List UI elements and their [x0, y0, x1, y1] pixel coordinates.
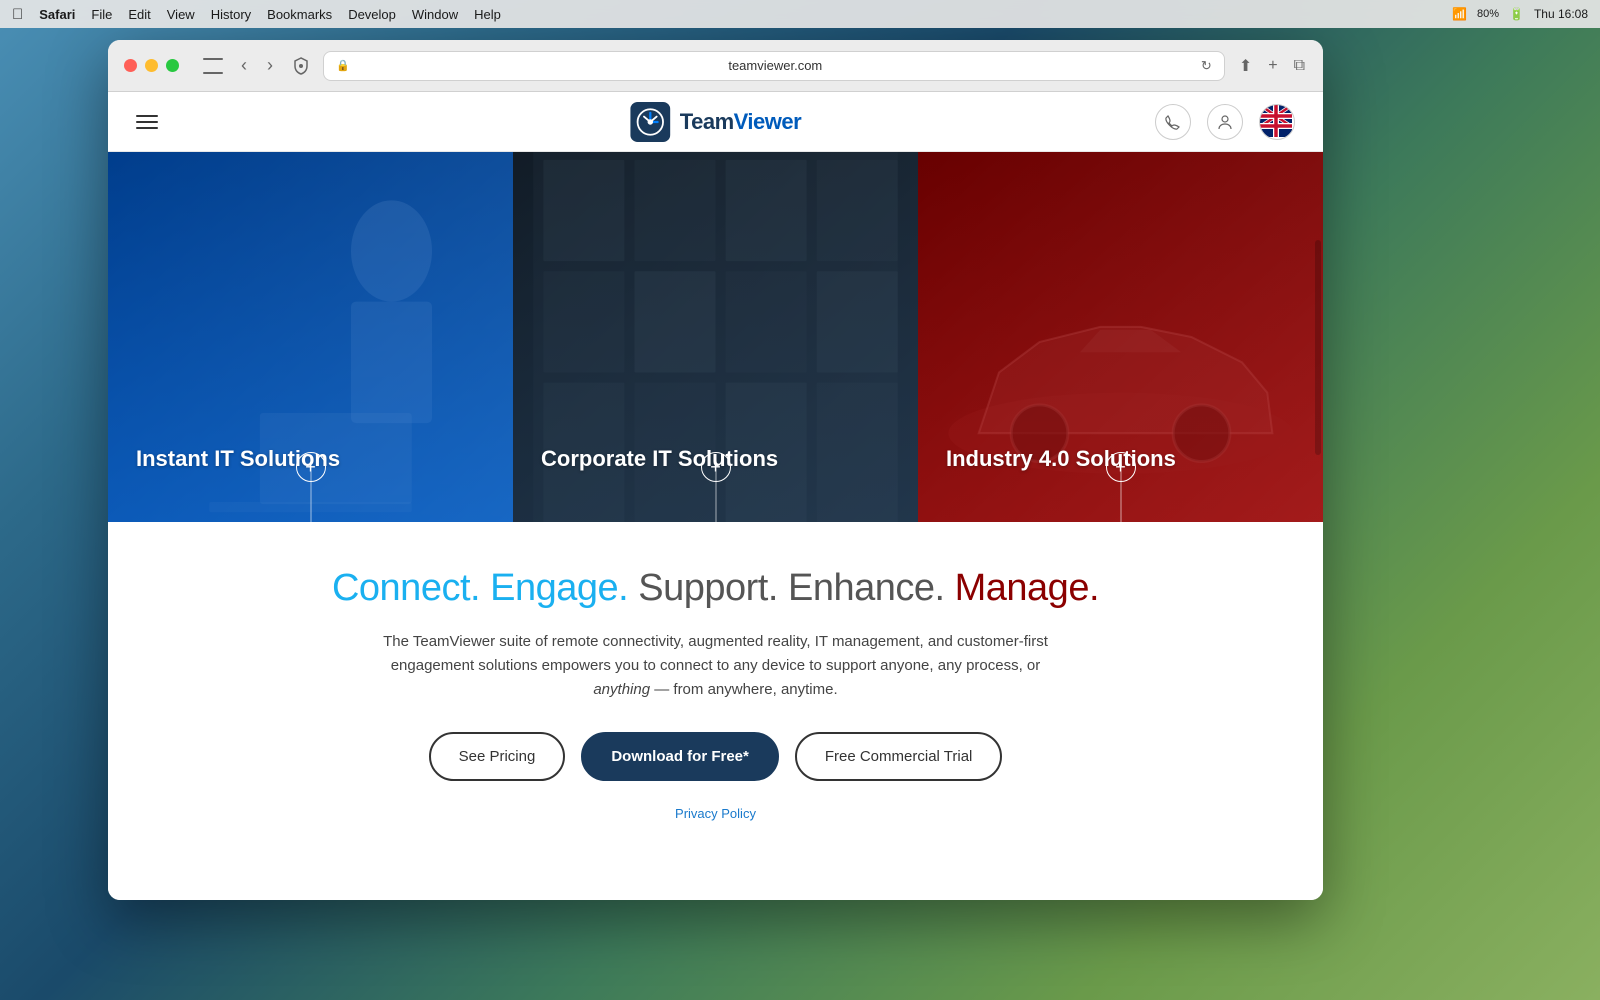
- tagline-connect: Connect.: [332, 567, 480, 609]
- hamburger-menu[interactable]: [136, 115, 158, 129]
- card-corporate-title: Corporate IT Solutions: [541, 446, 778, 472]
- apple-menu[interactable]: : [12, 6, 23, 23]
- language-flag[interactable]: [1259, 104, 1295, 140]
- app-name[interactable]: Safari: [39, 7, 75, 22]
- browser-chrome: ‹ › 🔒 teamviewer.com ↻ ⬆ + ⧉: [108, 40, 1323, 92]
- menu-edit[interactable]: Edit: [128, 7, 150, 22]
- share-button[interactable]: ⬆: [1237, 54, 1254, 78]
- industry-plus-button[interactable]: +: [1106, 452, 1136, 482]
- wifi-icon: 📶: [1452, 7, 1467, 21]
- description-text: The TeamViewer suite of remote connectiv…: [366, 630, 1066, 702]
- minimize-button[interactable]: [145, 59, 158, 72]
- nav-buttons: ‹ ›: [235, 53, 279, 78]
- traffic-lights: [124, 59, 179, 72]
- cta-buttons: See Pricing Download for Free* Free Comm…: [148, 732, 1283, 781]
- desktop:  Safari File Edit View History Bookmark…: [0, 0, 1600, 1000]
- scrollbar[interactable]: [1315, 240, 1321, 455]
- description-italic: anything: [593, 681, 650, 698]
- card-corporate-content: Corporate IT Solutions: [541, 446, 778, 472]
- free-trial-button[interactable]: Free Commercial Trial: [795, 732, 1003, 781]
- lock-icon: 🔒: [336, 59, 350, 72]
- tagline: Connect. Engage. Support. Enhance. Manag…: [148, 567, 1283, 610]
- menu-file[interactable]: File: [91, 7, 112, 22]
- download-button[interactable]: Download for Free*: [581, 732, 779, 781]
- solution-cards: Instant IT Solutions +: [108, 152, 1323, 522]
- address-bar[interactable]: 🔒 teamviewer.com ↻: [323, 51, 1225, 81]
- card-industry-title: Industry 4.0 Solutions: [946, 446, 1176, 472]
- tagline-support: Support.: [638, 567, 778, 609]
- tv-logo-text: TeamViewer: [680, 109, 801, 135]
- tagline-enhance: Enhance.: [788, 567, 945, 609]
- menu-view[interactable]: View: [167, 7, 195, 22]
- menu-bookmarks[interactable]: Bookmarks: [267, 7, 332, 22]
- instant-plus-button[interactable]: +: [296, 452, 326, 482]
- shield-icon: [291, 56, 311, 76]
- industry-it-card[interactable]: Industry 4.0 Solutions +: [918, 152, 1323, 522]
- menu-bar:  Safari File Edit View History Bookmark…: [0, 0, 1600, 28]
- tv-logo[interactable]: TeamViewer: [630, 102, 801, 142]
- see-pricing-button[interactable]: See Pricing: [429, 732, 566, 781]
- instant-it-card[interactable]: Instant IT Solutions +: [108, 152, 513, 522]
- logo-viewer: Viewer: [734, 109, 802, 134]
- tv-logo-icon: [630, 102, 670, 142]
- instant-plus-container: +: [296, 452, 326, 482]
- corporate-plus-button[interactable]: +: [701, 452, 731, 482]
- user-button[interactable]: [1207, 104, 1243, 140]
- corporate-it-card[interactable]: Corporate IT Solutions +: [513, 152, 918, 522]
- tv-header: TeamViewer: [108, 92, 1323, 152]
- tagline-manage: Manage.: [955, 567, 1099, 609]
- browser-window: ‹ › 🔒 teamviewer.com ↻ ⬆ + ⧉: [108, 40, 1323, 900]
- description-after: — from anywhere, anytime.: [650, 681, 838, 698]
- tabs-button[interactable]: ⧉: [1292, 55, 1307, 77]
- battery-status: 80%: [1477, 8, 1499, 20]
- clock: Thu 16:08: [1534, 7, 1588, 21]
- menu-help[interactable]: Help: [474, 7, 501, 22]
- close-button[interactable]: [124, 59, 137, 72]
- menu-history[interactable]: History: [211, 7, 251, 22]
- logo-team: Team: [680, 109, 734, 134]
- phone-button[interactable]: [1155, 104, 1191, 140]
- new-tab-button[interactable]: +: [1266, 55, 1279, 77]
- header-actions: [1155, 104, 1295, 140]
- forward-button[interactable]: ›: [261, 53, 279, 78]
- industry-plus-container: +: [1106, 452, 1136, 482]
- back-button[interactable]: ‹: [235, 53, 253, 78]
- battery-icon: 🔋: [1509, 7, 1524, 21]
- description-before: The TeamViewer suite of remote connectiv…: [383, 633, 1048, 674]
- menu-window[interactable]: Window: [412, 7, 458, 22]
- corporate-plus-container: +: [701, 452, 731, 482]
- website-content: TeamViewer: [108, 92, 1323, 900]
- browser-actions: ⬆ + ⧉: [1237, 54, 1307, 78]
- menu-develop[interactable]: Develop: [348, 7, 396, 22]
- sidebar-toggle[interactable]: [203, 58, 223, 74]
- privacy-policy-link[interactable]: Privacy Policy: [675, 806, 756, 821]
- bottom-section: Connect. Engage. Support. Enhance. Manag…: [108, 522, 1323, 853]
- url-text: teamviewer.com: [356, 58, 1195, 73]
- tagline-engage: Engage.: [490, 567, 628, 609]
- card-industry-content: Industry 4.0 Solutions: [946, 446, 1176, 472]
- maximize-button[interactable]: [166, 59, 179, 72]
- reload-icon[interactable]: ↻: [1201, 58, 1212, 74]
